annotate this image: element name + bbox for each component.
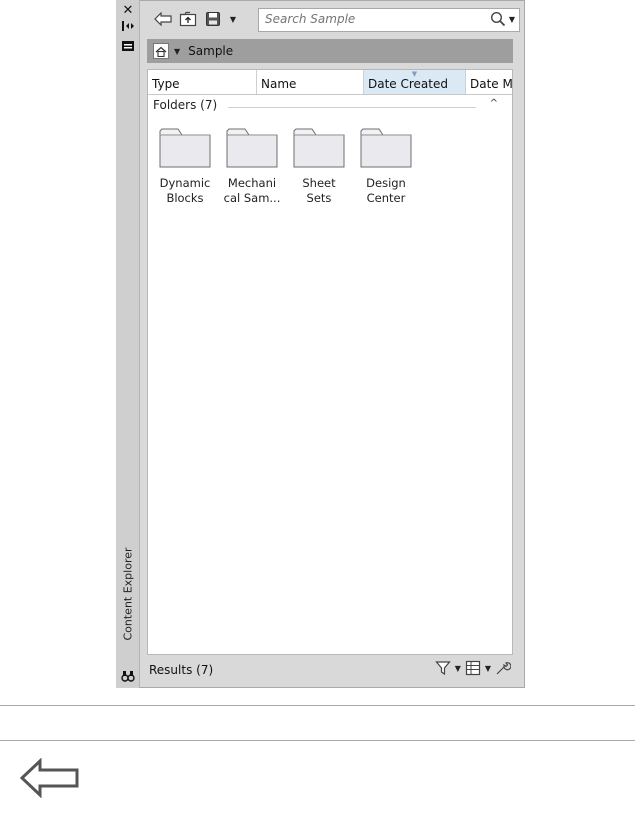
folder-name: Sheet Sets <box>302 176 336 205</box>
home-icon <box>155 46 167 57</box>
view-dropdown[interactable]: ▼ <box>485 664 491 673</box>
back-arrow-large-icon <box>19 757 80 799</box>
group-header-folders[interactable]: Folders (7) ^ <box>148 96 512 116</box>
search-input[interactable] <box>265 9 465 29</box>
folder-icon <box>293 128 345 168</box>
folder-name: Design Center <box>366 176 406 205</box>
folder-item[interactable]: Design Center <box>356 128 416 206</box>
auto-hide-icon[interactable] <box>119 19 137 33</box>
breadcrumb: ▼ Sample <box>147 39 513 63</box>
search-options-dropdown[interactable]: ▼ <box>509 15 515 24</box>
folder-icon <box>159 128 211 168</box>
filter-dropdown[interactable]: ▼ <box>455 664 461 673</box>
save-dropdown[interactable]: ▼ <box>227 9 239 29</box>
toolbar: ▼ ▼ <box>141 5 521 35</box>
folder-icon <box>226 128 278 168</box>
palette-title: Content Explorer <box>121 547 135 641</box>
wrench-icon[interactable] <box>495 660 511 676</box>
home-button[interactable] <box>153 43 169 59</box>
column-date-created-label: Date Created <box>368 77 448 91</box>
divider-line <box>0 740 635 741</box>
sort-indicator-icon: ▼ <box>411 70 418 78</box>
collapse-icon[interactable]: ^ <box>490 98 498 109</box>
up-folder-icon <box>179 11 197 27</box>
save-button[interactable] <box>203 9 223 29</box>
view-options-icon[interactable] <box>465 660 481 676</box>
group-divider <box>228 107 476 108</box>
column-header: Type Name ▼ Date Created Date M <box>148 70 512 95</box>
filter-icon[interactable] <box>434 660 451 676</box>
close-icon[interactable]: ✕ <box>119 3 137 18</box>
folder-item[interactable]: Sheet Sets <box>289 128 349 206</box>
save-icon <box>206 12 220 26</box>
binoculars-icon[interactable] <box>119 669 137 683</box>
home-dropdown[interactable]: ▼ <box>174 47 180 56</box>
results-count: Results (7) <box>149 663 214 677</box>
back-button[interactable] <box>153 9 173 29</box>
breadcrumb-current[interactable]: Sample <box>188 44 233 58</box>
search-box: ▼ <box>258 8 520 32</box>
status-bar: Results (7) ▼ ▼ <box>141 656 521 684</box>
content-list: Type Name ▼ Date Created Date M Folders … <box>147 69 513 655</box>
folder-name: Mechani cal Sam... <box>223 176 281 205</box>
up-folder-button[interactable] <box>178 9 198 29</box>
magnifier-icon[interactable] <box>490 11 506 27</box>
column-type[interactable]: Type <box>148 70 257 94</box>
palette-title-bar: ✕ Content Explorer <box>116 0 140 688</box>
folder-icon <box>360 128 412 168</box>
column-name[interactable]: Name <box>257 70 364 94</box>
group-label: Folders (7) <box>153 98 222 112</box>
back-arrow-icon <box>154 12 172 26</box>
column-date-modified[interactable]: Date M <box>466 70 512 94</box>
divider-line <box>0 705 635 706</box>
folder-item[interactable]: Mechani cal Sam... <box>222 128 282 206</box>
folder-name: Dynamic Blocks <box>159 176 211 205</box>
properties-menu-icon[interactable] <box>119 39 137 53</box>
folder-item[interactable]: Dynamic Blocks <box>155 128 215 206</box>
column-date-created[interactable]: ▼ Date Created <box>364 70 466 94</box>
